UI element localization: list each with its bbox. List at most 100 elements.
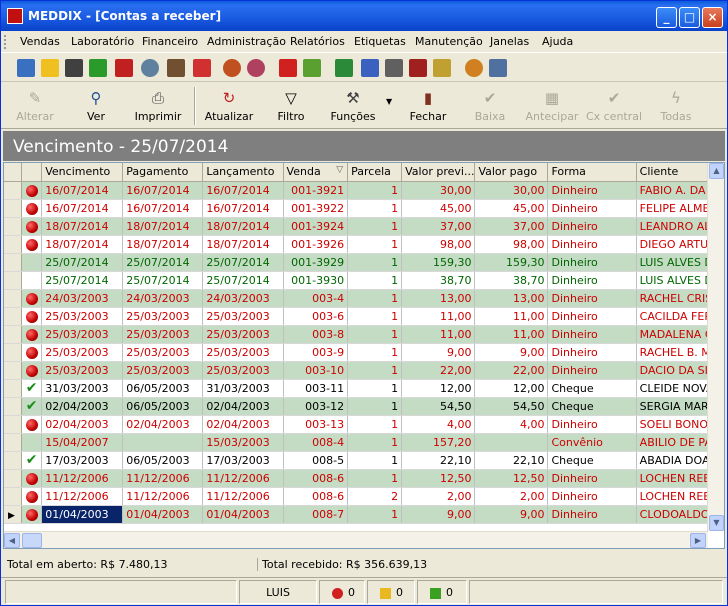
cell-lancamento[interactable]: 25/07/2014 (202, 271, 284, 290)
col-lancamento[interactable]: Lançamento (202, 163, 284, 182)
cell-forma[interactable]: Dinheiro (547, 343, 637, 362)
cell-parcela[interactable]: 1 (347, 253, 403, 272)
cell-valor-pago[interactable]: 13,00 (474, 289, 549, 308)
funcoes-button[interactable]: ⚒ Funções (322, 85, 384, 127)
cell-valor-pago[interactable]: 54,50 (474, 397, 549, 416)
search-icon[interactable] (141, 59, 159, 77)
funcoes-dropdown-arrow[interactable]: ▼ (386, 97, 392, 106)
cell-venda[interactable]: 001-3924 (283, 217, 349, 236)
row-indicator[interactable] (4, 343, 22, 362)
row-indicator[interactable] (4, 325, 22, 344)
cell-valor-pago[interactable]: 2,00 (474, 487, 549, 506)
cell-pagamento[interactable]: 06/05/2003 (122, 379, 204, 398)
cell-valor-previsto[interactable]: 11,00 (401, 307, 476, 326)
cell-lancamento[interactable]: 15/03/2003 (202, 433, 284, 452)
scroll-left-icon[interactable]: ◀ (4, 533, 20, 548)
atualizar-button[interactable]: ↻ Atualizar (198, 85, 260, 127)
cell-lancamento[interactable]: 24/03/2003 (202, 289, 284, 308)
todas-button[interactable]: ϟ Todas (645, 85, 707, 127)
cell-venda[interactable]: 001-3926 (283, 235, 349, 254)
cell-valor-previsto[interactable]: 12,00 (401, 379, 476, 398)
close-button[interactable]: × (702, 7, 723, 28)
cell-parcela[interactable]: 1 (347, 325, 403, 344)
row-indicator[interactable] (4, 199, 22, 218)
cell-venda[interactable]: 008-4 (283, 433, 349, 452)
col-parcela[interactable]: Parcela (347, 163, 403, 182)
row-indicator[interactable] (4, 235, 22, 254)
cell-parcela[interactable]: 1 (347, 451, 403, 470)
menu-administracao[interactable]: Administração (207, 35, 286, 48)
scroll-up-icon[interactable]: ▲ (709, 163, 724, 179)
cell-valor-previsto[interactable]: 9,00 (401, 343, 476, 362)
cell-valor-pago[interactable]: 159,30 (474, 253, 549, 272)
cell-parcela[interactable]: 1 (347, 199, 403, 218)
spreadsheet-icon[interactable] (335, 59, 353, 77)
table-row[interactable]: 16/07/2014 16/07/2014 16/07/2014 001-3921 1 3… (4, 181, 724, 200)
row-indicator[interactable] (4, 415, 22, 434)
menu-relatorios[interactable]: Relatórios (290, 35, 345, 48)
cell-parcela[interactable]: 1 (347, 289, 403, 308)
cell-forma[interactable]: Cheque (547, 451, 637, 470)
cell-lancamento[interactable]: 25/03/2003 (202, 343, 284, 362)
cell-pagamento[interactable] (122, 433, 204, 452)
cell-venda[interactable]: 008-6 (283, 469, 349, 488)
col-vencimento[interactable]: Vencimento (41, 163, 124, 182)
cell-venda[interactable]: 001-3930 (283, 271, 349, 290)
cell-pagamento[interactable]: 18/07/2014 (122, 235, 204, 254)
cell-pagamento[interactable]: 01/04/2003 (122, 505, 204, 524)
cell-venda[interactable]: 003-9 (283, 343, 349, 362)
filtro-button[interactable]: ▽ Filtro (260, 85, 322, 127)
cell-parcela[interactable]: 1 (347, 505, 403, 524)
menu-etiquetas[interactable]: Etiquetas (354, 35, 406, 48)
cell-valor-previsto[interactable]: 22,00 (401, 361, 476, 380)
cell-valor-previsto[interactable]: 2,00 (401, 487, 476, 506)
cell-forma[interactable]: Dinheiro (547, 415, 637, 434)
cell-valor-pago[interactable]: 37,00 (474, 217, 549, 236)
cell-venda[interactable]: 003-6 (283, 307, 349, 326)
menu-janelas[interactable]: Janelas (490, 35, 529, 48)
cell-pagamento[interactable]: 25/03/2003 (122, 343, 204, 362)
cell-lancamento[interactable]: 25/03/2003 (202, 307, 284, 326)
table-row[interactable]: 11/12/2006 11/12/2006 11/12/2006 008-6 1 12,5… (4, 469, 724, 488)
cell-lancamento[interactable]: 18/07/2014 (202, 217, 284, 236)
cell-vencimento[interactable]: 16/07/2014 (41, 199, 124, 218)
cell-vencimento[interactable]: 25/07/2014 (41, 253, 124, 272)
col-forma[interactable]: Forma (547, 163, 637, 182)
cell-venda[interactable]: 003-12 (283, 397, 349, 416)
row-indicator[interactable] (4, 397, 22, 416)
col-valor-pago[interactable]: Valor pago (474, 163, 549, 182)
transfer-icon[interactable] (361, 59, 379, 77)
row-indicator[interactable] (4, 181, 22, 200)
row-indicator[interactable] (4, 307, 22, 326)
export-icon[interactable] (247, 59, 265, 77)
cell-lancamento[interactable]: 17/03/2003 (202, 451, 284, 470)
scroll-down-icon[interactable]: ▼ (709, 515, 724, 531)
user-icon[interactable] (465, 59, 483, 77)
cell-lancamento[interactable]: 25/03/2003 (202, 361, 284, 380)
cell-vencimento[interactable]: 18/07/2014 (41, 217, 124, 236)
cell-valor-pago[interactable]: 45,00 (474, 199, 549, 218)
row-indicator[interactable] (4, 487, 22, 506)
table-row[interactable]: ✔ 02/04/2003 06/05/2003 02/04/2003 003-12 1 54… (4, 397, 724, 416)
horizontal-scrollbar[interactable]: ◀ ▶ (4, 531, 708, 548)
cell-parcela[interactable]: 1 (347, 415, 403, 434)
row-indicator[interactable] (4, 451, 22, 470)
table-row[interactable]: 18/07/2014 18/07/2014 18/07/2014 001-3924 1 3… (4, 217, 724, 236)
cell-lancamento[interactable]: 16/07/2014 (202, 181, 284, 200)
cell-valor-previsto[interactable]: 9,00 (401, 505, 476, 524)
col-valor-previsto[interactable]: Valor previ... (401, 163, 476, 182)
cx-central-button[interactable]: ✔ Cx central (583, 85, 645, 127)
cell-venda[interactable]: 008-6 (283, 487, 349, 506)
table-row[interactable]: 15/04/2007 15/03/2003 008-4 1 157,20 Convênio… (4, 433, 724, 452)
cell-pagamento[interactable]: 24/03/2003 (122, 289, 204, 308)
cell-pagamento[interactable]: 18/07/2014 (122, 217, 204, 236)
cell-pagamento[interactable]: 16/07/2014 (122, 199, 204, 218)
row-indicator[interactable] (4, 469, 22, 488)
cell-pagamento[interactable]: 25/03/2003 (122, 361, 204, 380)
cell-forma[interactable]: Dinheiro (547, 361, 637, 380)
cell-lancamento[interactable]: 01/04/2003 (202, 505, 284, 524)
cell-forma[interactable]: Dinheiro (547, 181, 637, 200)
cell-vencimento[interactable]: 15/04/2007 (41, 433, 124, 452)
row-indicator[interactable] (4, 271, 22, 290)
table-row[interactable]: 25/07/2014 25/07/2014 25/07/2014 001-3930 1 3… (4, 271, 724, 290)
